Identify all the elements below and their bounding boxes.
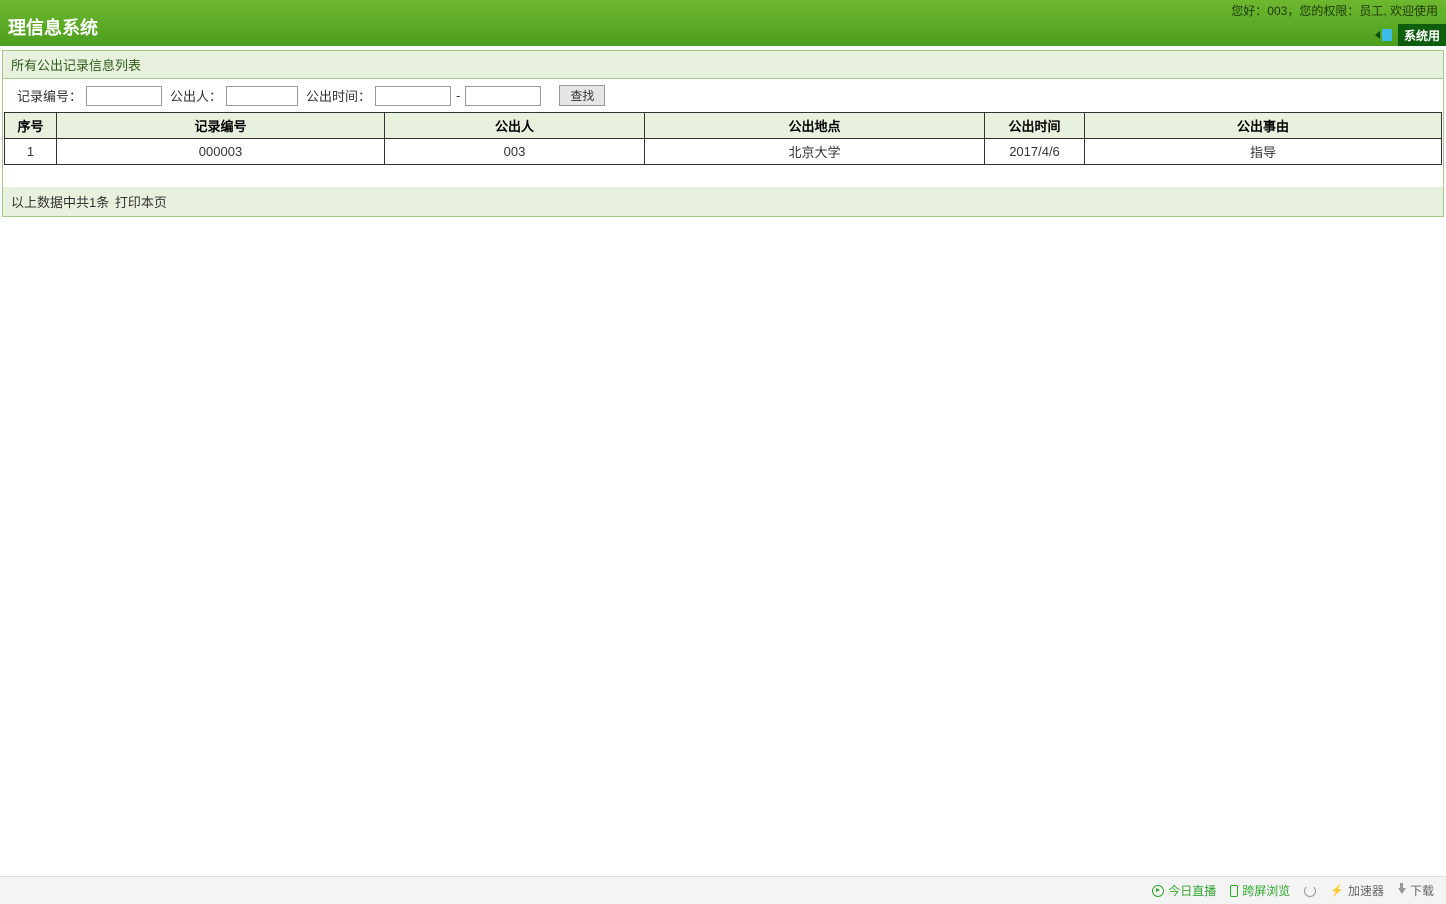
download-icon <box>1398 888 1406 894</box>
welcome-text: 您好：003，您的权限：员工, 欢迎使用 <box>1231 2 1438 19</box>
cell-record: 000003 <box>57 139 385 165</box>
cell-reason: 指导 <box>1085 139 1442 165</box>
rocket-icon: ⚡ <box>1330 884 1344 897</box>
header-time: 公出时间 <box>985 113 1085 139</box>
table-row[interactable]: 1 000003 003 北京大学 2017/4/6 指导 <box>5 139 1442 165</box>
record-input[interactable] <box>86 86 162 106</box>
person-input[interactable] <box>226 86 298 106</box>
cell-time: 2017/4/6 <box>985 139 1085 165</box>
search-row: 记录编号： 公出人： 公出时间： - 查找 <box>3 79 1443 112</box>
search-button[interactable]: 查找 <box>559 85 605 106</box>
record-label: 记录编号： <box>17 86 82 105</box>
panel-title: 所有公出记录信息列表 <box>3 51 1443 79</box>
status-download-label: 下载 <box>1410 882 1434 899</box>
system-user-tab[interactable]: 系统用 <box>1398 24 1446 46</box>
status-accel-label: 加速器 <box>1348 882 1384 899</box>
table-footer: 以上数据中共1条 打印本页 <box>3 187 1443 216</box>
nav-arrows[interactable] <box>1375 29 1394 41</box>
status-download[interactable]: 下载 <box>1398 882 1434 899</box>
date-from-input[interactable] <box>375 86 451 106</box>
header-reason: 公出事由 <box>1085 113 1442 139</box>
table-header-row: 序号 记录编号 公出人 公出地点 公出时间 公出事由 <box>5 113 1442 139</box>
browser-status-bar: 今日直播 跨屏浏览 ⚡ 加速器 下载 <box>0 876 1446 904</box>
play-icon <box>1152 885 1164 897</box>
time-label: 公出时间： <box>306 86 371 105</box>
header-record: 记录编号 <box>57 113 385 139</box>
cell-seq: 1 <box>5 139 57 165</box>
status-live-label: 今日直播 <box>1168 882 1216 899</box>
header-person: 公出人 <box>385 113 645 139</box>
status-refresh[interactable] <box>1304 885 1316 897</box>
date-separator: - <box>456 88 460 103</box>
data-table: 序号 记录编号 公出人 公出地点 公出时间 公出事由 1 000003 003 … <box>4 112 1442 165</box>
refresh-icon <box>1304 885 1316 897</box>
cell-place: 北京大学 <box>645 139 985 165</box>
header-nav: 系统用 <box>1375 24 1446 46</box>
status-cross-label: 跨屏浏览 <box>1242 882 1290 899</box>
header-bar: 您好：003，您的权限：员工, 欢迎使用 理信息系统 系统用 <box>0 0 1446 46</box>
date-to-input[interactable] <box>465 86 541 106</box>
arrow-left-icon <box>1375 31 1380 39</box>
header-seq: 序号 <box>5 113 57 139</box>
status-accelerator[interactable]: ⚡ 加速器 <box>1330 882 1384 899</box>
cell-person: 003 <box>385 139 645 165</box>
header-place: 公出地点 <box>645 113 985 139</box>
status-cross-screen[interactable]: 跨屏浏览 <box>1230 882 1290 899</box>
content-panel: 所有公出记录信息列表 记录编号： 公出人： 公出时间： - 查找 序号 记录编号… <box>2 50 1444 217</box>
mobile-icon <box>1230 885 1238 897</box>
person-label: 公出人： <box>170 86 222 105</box>
system-title: 理信息系统 <box>8 14 98 40</box>
print-link[interactable]: 打印本页 <box>115 195 167 210</box>
status-live[interactable]: 今日直播 <box>1152 882 1216 899</box>
summary-text: 以上数据中共1条 <box>11 195 109 210</box>
window-icon <box>1382 29 1392 41</box>
